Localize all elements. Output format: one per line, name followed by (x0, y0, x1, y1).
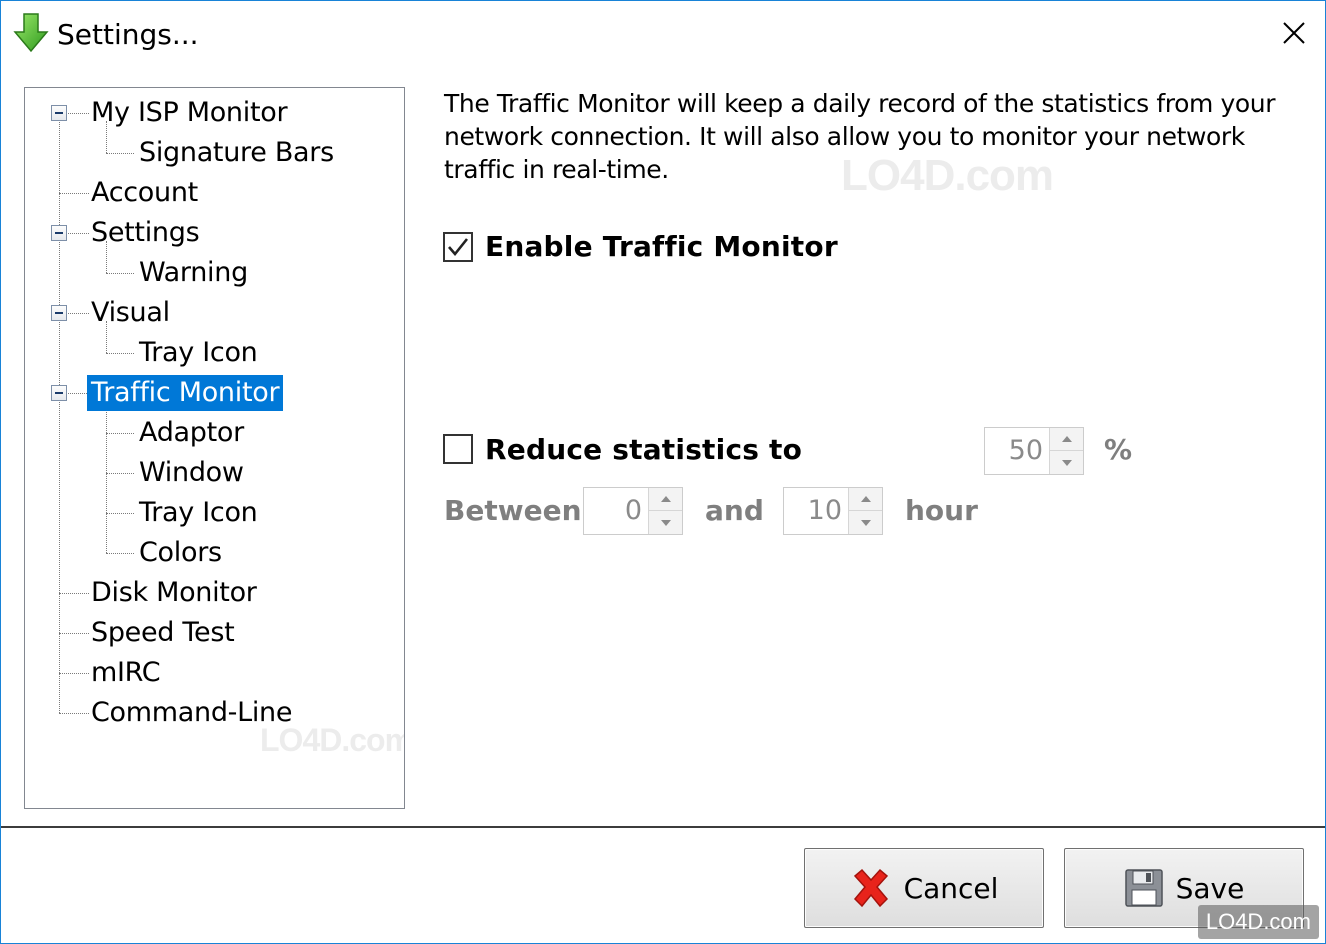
tree-connector (106, 273, 134, 274)
tree-item-traffic-monitor[interactable]: Traffic Monitor (87, 375, 284, 411)
footer-separator (1, 826, 1325, 828)
reduce-statistics-checkbox[interactable] (443, 434, 473, 464)
between-from-up-button[interactable] (648, 488, 682, 511)
and-label: and (705, 494, 764, 527)
corner-watermark: LO4D.com (1197, 905, 1319, 939)
between-from-down-button[interactable] (648, 511, 682, 534)
arrow-up-icon (1061, 436, 1072, 442)
tree-item-colors[interactable]: Colors (135, 535, 226, 571)
cancel-button-label: Cancel (903, 871, 999, 905)
settings-window: Settings... My ISP Monitor Signature Bars… (0, 0, 1326, 944)
tree-connector (59, 193, 89, 194)
cancel-button[interactable]: Cancel (804, 848, 1044, 928)
close-icon (1283, 22, 1305, 44)
between-to-up-button[interactable] (848, 488, 882, 511)
between-from-value: 0 (624, 495, 642, 526)
tree-item-adaptor[interactable]: Adaptor (135, 415, 248, 451)
collapse-icon[interactable] (51, 225, 67, 241)
tree-connector (59, 633, 89, 634)
tree-item-my-isp-monitor[interactable]: My ISP Monitor (87, 95, 291, 131)
collapse-icon[interactable] (51, 305, 67, 321)
tree-connector (59, 593, 89, 594)
tree-connector (106, 433, 134, 434)
hour-label: hour (905, 494, 978, 527)
tree-watermark: LO4D.com (260, 722, 405, 758)
close-button[interactable] (1263, 1, 1325, 65)
between-to-down-button[interactable] (848, 511, 882, 534)
tree-item-account[interactable]: Account (87, 175, 202, 211)
collapse-icon[interactable] (51, 105, 67, 121)
tree-connector (106, 353, 134, 354)
floppy-disk-icon (1124, 869, 1163, 907)
dialog-footer: Cancel Save LO4D.com (1, 829, 1325, 943)
download-arrow-icon (13, 13, 49, 53)
tree-item-visual[interactable]: Visual (87, 295, 174, 331)
tree-connector (106, 513, 134, 514)
tree-connector (59, 113, 60, 713)
tree-item-mirc[interactable]: mIRC (87, 655, 164, 691)
arrow-up-icon (660, 496, 671, 502)
enable-traffic-monitor-label: Enable Traffic Monitor (485, 230, 838, 263)
save-button-label: Save (1175, 871, 1245, 905)
reduce-percent-value: 50 (1008, 435, 1043, 466)
between-label: Between (444, 494, 582, 527)
arrow-down-icon (660, 519, 671, 526)
tree-item-tray-icon[interactable]: Tray Icon (135, 495, 261, 531)
between-to-value: 10 (807, 495, 842, 526)
tree-item-disk-monitor[interactable]: Disk Monitor (87, 575, 261, 611)
arrow-down-icon (860, 519, 871, 526)
watermark: LO4D.com (841, 151, 1054, 200)
between-from-spinner[interactable]: 0 (583, 487, 683, 535)
tree-connector (106, 553, 134, 554)
reduce-percent-down-button[interactable] (1049, 451, 1083, 474)
tree-connector (106, 473, 134, 474)
tree-connector (59, 713, 89, 714)
red-x-icon (853, 868, 888, 908)
tree-connector (106, 401, 107, 553)
between-to-spinner[interactable]: 10 (783, 487, 883, 535)
reduce-statistics-label: Reduce statistics to (485, 433, 803, 466)
tree-item-settings[interactable]: Settings (87, 215, 203, 251)
tree-item-speed-test[interactable]: Speed Test (87, 615, 238, 651)
tree-connector (59, 673, 89, 674)
tree-item-tray-icon[interactable]: Tray Icon (135, 335, 261, 371)
checkmark-icon (448, 238, 469, 257)
collapse-icon[interactable] (51, 385, 67, 401)
tree-item-window[interactable]: Window (135, 455, 248, 491)
arrow-down-icon (1061, 459, 1072, 466)
percent-unit-label: % (1104, 433, 1133, 466)
arrow-up-icon (860, 496, 871, 502)
reduce-percent-up-button[interactable] (1049, 428, 1083, 451)
enable-traffic-monitor-checkbox[interactable] (443, 232, 473, 262)
tree-item-signature-bars[interactable]: Signature Bars (135, 135, 338, 171)
window-title: Settings... (57, 18, 199, 51)
tree-item-warning[interactable]: Warning (135, 255, 252, 291)
reduce-percent-spinner[interactable]: 50 (984, 427, 1084, 475)
title-bar: Settings... (1, 1, 1325, 67)
settings-tree[interactable]: My ISP Monitor Signature Bars Account Setti… (24, 87, 405, 809)
tree-connector (106, 153, 134, 154)
